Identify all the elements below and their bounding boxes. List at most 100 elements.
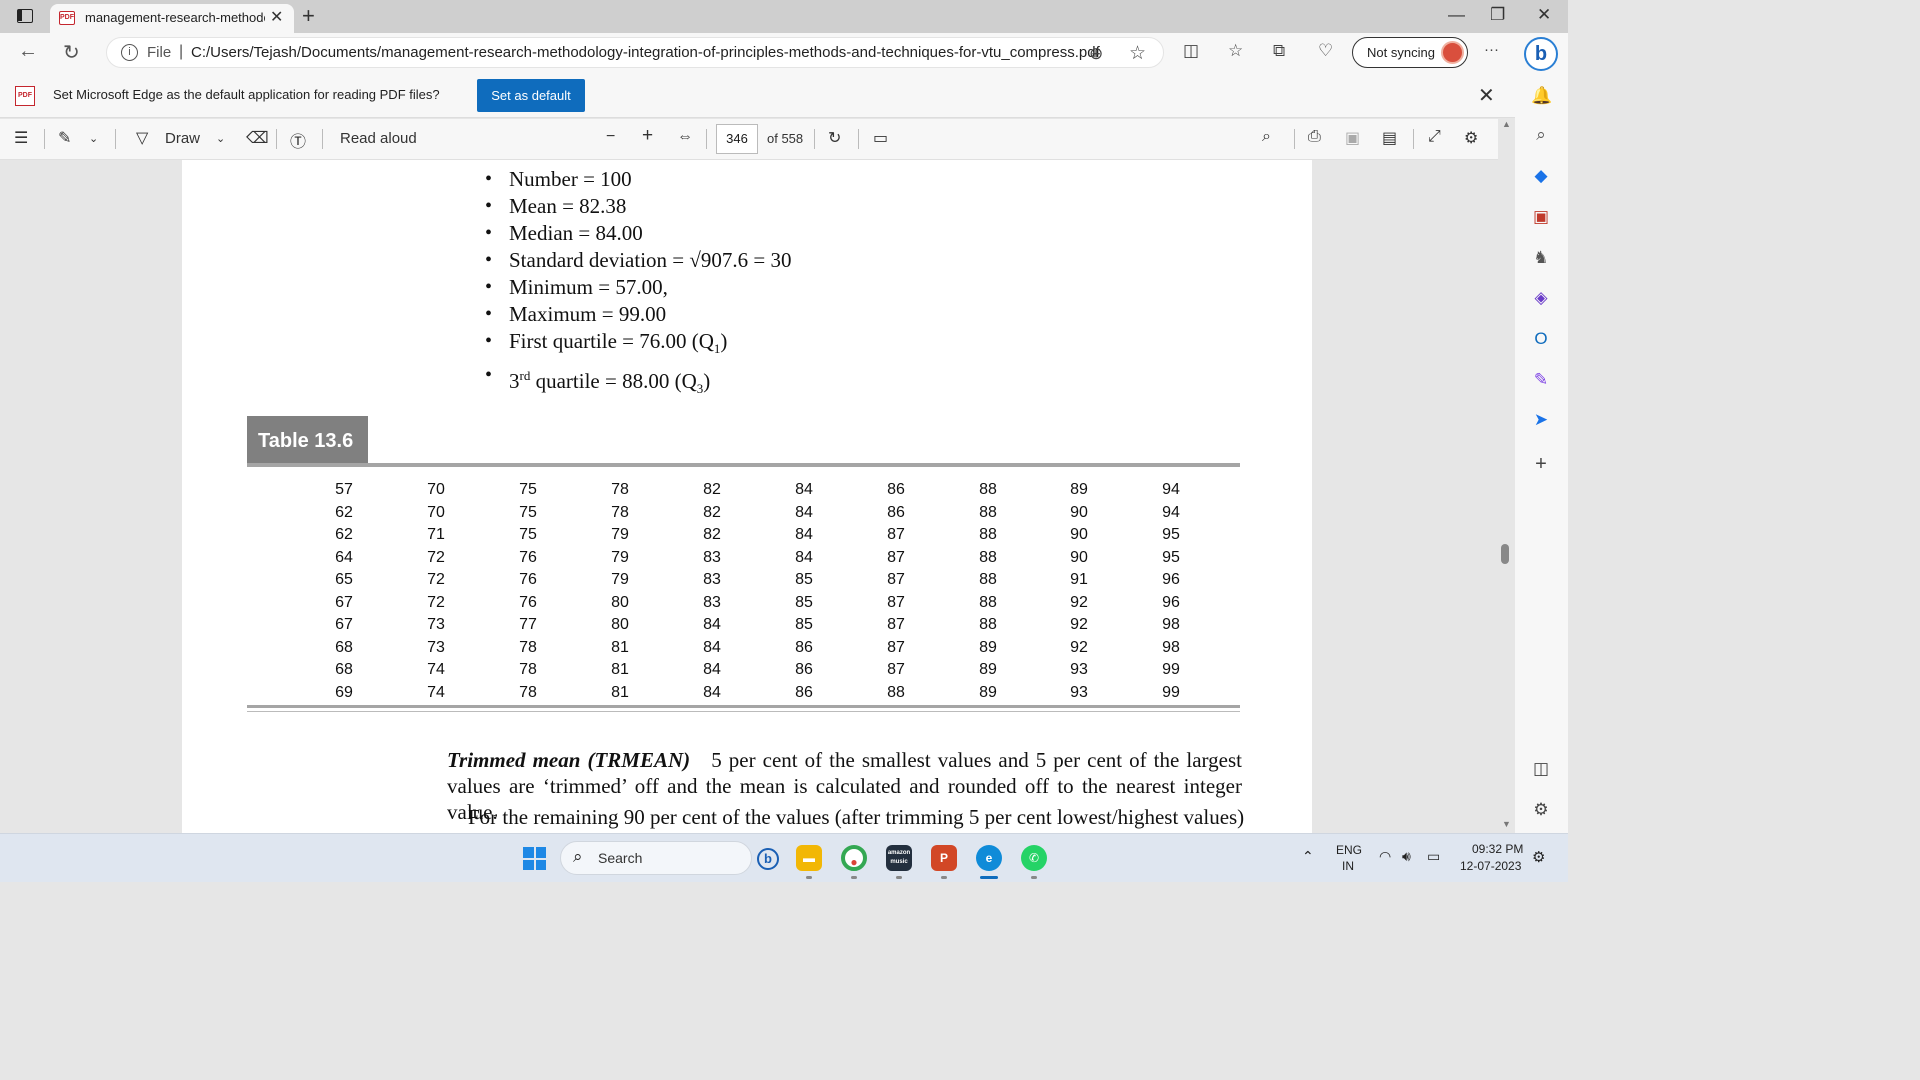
table-cell: 88 — [979, 548, 997, 566]
table-cell: 92 — [1070, 616, 1088, 633]
bing-copilot-icon[interactable]: b — [1524, 37, 1558, 71]
table-cell: 88 — [979, 503, 997, 521]
save-as-icon[interactable]: ▤ — [1382, 128, 1397, 148]
table-cell: 82 — [703, 526, 721, 543]
edge-icon[interactable]: e — [976, 845, 1002, 871]
outlook-icon[interactable]: O — [1531, 329, 1551, 349]
scroll-down-arrow-icon[interactable]: ▼ — [1502, 819, 1511, 829]
powerpoint-icon[interactable]: P — [931, 845, 957, 871]
notification-center-icon[interactable]: ⚙ — [1532, 848, 1545, 866]
statistic-tail: ) — [720, 329, 728, 353]
default-app-infobar: PDF Set Microsoft Edge as the default ap… — [0, 74, 1515, 118]
clock-date[interactable]: 12-07-2023 — [1460, 859, 1521, 873]
browser-tab[interactable]: PDF management-research-methodo ✕ — [50, 4, 294, 33]
scroll-up-arrow-icon[interactable]: ▲ — [1502, 119, 1511, 129]
clock-time[interactable]: 09:32 PM — [1472, 842, 1523, 856]
bing-search-icon[interactable]: b — [757, 848, 779, 870]
table-cell: 84 — [795, 503, 813, 521]
volume-icon[interactable]: 🔊︎ — [1402, 848, 1411, 865]
draw-button[interactable]: Draw — [165, 130, 200, 147]
language-line2[interactable]: IN — [1342, 859, 1354, 873]
avatar — [1441, 41, 1464, 64]
draw-pen-icon[interactable]: ▽ — [136, 128, 148, 148]
whatsapp-icon[interactable]: ✆ — [1021, 845, 1047, 871]
profile-sync-button[interactable]: Not syncing — [1352, 37, 1468, 68]
sidebar-search-icon[interactable]: ⌕ — [1531, 125, 1551, 145]
fit-to-width-icon[interactable]: ⇔ — [677, 128, 693, 146]
table-cell: 84 — [795, 548, 813, 566]
sidebar-settings-icon[interactable]: ⚙ — [1531, 800, 1551, 820]
tools-briefcase-icon[interactable]: ▣ — [1531, 207, 1551, 227]
statistic-item: Minimum = 57.00, — [485, 274, 792, 301]
shopping-tag-icon[interactable]: ◆ — [1531, 166, 1551, 186]
page-view-icon[interactable]: ▭ — [873, 128, 888, 148]
infobar-close-icon[interactable]: ✕ — [1478, 83, 1495, 108]
table-cell: 83 — [703, 548, 721, 566]
table-cell: 86 — [795, 661, 813, 678]
table-cell: 84 — [703, 661, 721, 678]
collections-icon[interactable]: ⧉ — [1273, 41, 1285, 61]
table-cell: 74 — [427, 661, 445, 678]
pdf-settings-gear-icon[interactable]: ⚙ — [1464, 128, 1478, 148]
microsoft-365-icon[interactable]: ◈ — [1531, 288, 1551, 308]
scrollbar-thumb[interactable] — [1501, 544, 1509, 564]
zoom-icon[interactable]: ⊕ — [1089, 44, 1103, 64]
vertical-scrollbar[interactable]: ▲ ▼ — [1498, 119, 1515, 833]
favorites-icon[interactable]: ☆ — [1228, 41, 1243, 61]
new-tab-button[interactable]: + — [302, 3, 315, 29]
find-search-icon[interactable]: ⌕ — [1262, 128, 1271, 146]
hide-sidebar-icon[interactable]: ◫ — [1531, 759, 1551, 779]
show-hidden-icons-chevron-icon[interactable]: ⌃ — [1302, 848, 1314, 865]
table-cell: 95 — [1162, 548, 1180, 566]
zoom-out-button[interactable]: − — [606, 128, 615, 146]
add-sidebar-app-icon[interactable]: + — [1531, 454, 1551, 474]
window-close-button[interactable]: ✕ — [1537, 5, 1551, 25]
print-icon[interactable]: ⎙ — [1308, 128, 1321, 146]
split-screen-icon[interactable]: ◫ — [1183, 41, 1199, 61]
drop-send-icon[interactable]: ➤ — [1531, 410, 1551, 430]
language-line1[interactable]: ENG — [1336, 843, 1362, 857]
games-chess-icon[interactable]: ♞ — [1531, 248, 1551, 268]
table-cell: 78 — [611, 503, 629, 521]
page-number-input[interactable]: 346 — [716, 124, 758, 154]
address-bar[interactable]: i File | C:/Users/Tejash/Documents/manag… — [106, 37, 1164, 68]
table-cell: 92 — [1070, 593, 1088, 611]
amazon-music-icon[interactable]: amazon music — [886, 845, 912, 871]
title-bar: PDF management-research-methodo ✕ + — ❐ … — [0, 0, 1568, 33]
highlight-icon[interactable]: ✎ — [58, 128, 71, 148]
read-aloud-button[interactable]: Read aloud — [340, 130, 417, 147]
save-icon[interactable]: ▣ — [1345, 128, 1360, 148]
info-icon[interactable]: i — [121, 44, 138, 61]
restore-button[interactable]: ❐ — [1490, 5, 1505, 25]
highlight-dropdown-icon[interactable]: ⌄ — [89, 132, 98, 145]
back-button[interactable]: ← — [18, 40, 38, 63]
tab-close-button[interactable]: ✕ — [270, 7, 283, 27]
eraser-icon[interactable]: ⌫ — [246, 128, 269, 148]
zoom-in-button[interactable]: + — [642, 125, 653, 147]
chrome-icon[interactable]: ● — [841, 845, 867, 871]
file-explorer-icon[interactable]: ▬ — [796, 845, 822, 871]
taskbar-search-box[interactable]: ⌕ Search b — [560, 841, 779, 875]
more-menu-button[interactable]: ··· — [1484, 41, 1499, 58]
contents-list-icon[interactable]: ☰ — [14, 128, 28, 148]
browser-essentials-icon[interactable]: ♡ — [1318, 41, 1333, 61]
search-icon: ⌕ — [573, 847, 583, 866]
refresh-button[interactable]: ↻ — [63, 40, 80, 65]
draw-dropdown-icon[interactable]: ⌄ — [216, 132, 225, 145]
table-cell: 79 — [611, 571, 629, 588]
windows-start-icon[interactable] — [523, 847, 546, 870]
minimize-button[interactable]: — — [1448, 5, 1465, 25]
address-url[interactable]: C:/Users/Tejash/Documents/management-res… — [191, 44, 1100, 61]
rotate-icon[interactable]: ↻ — [828, 128, 841, 148]
table-cell: 73 — [427, 616, 445, 633]
fullscreen-icon[interactable]: ⤢ — [1428, 128, 1441, 146]
pdf-viewer[interactable]: Number = 100 Mean = 82.38 Median = 84.00 St… — [0, 160, 1498, 833]
designer-icon[interactable]: ✎ — [1531, 370, 1551, 390]
notifications-bell-icon[interactable]: 🔔 — [1531, 86, 1552, 106]
battery-icon[interactable]: ▭ — [1427, 848, 1440, 865]
set-as-default-button[interactable]: Set as default — [477, 79, 585, 112]
favorite-star-icon[interactable]: ☆ — [1129, 42, 1146, 65]
wifi-icon[interactable]: ◠ — [1379, 848, 1391, 865]
add-text-icon[interactable]: Ⓣ — [290, 128, 306, 152]
tab-actions-icon[interactable] — [17, 9, 33, 23]
